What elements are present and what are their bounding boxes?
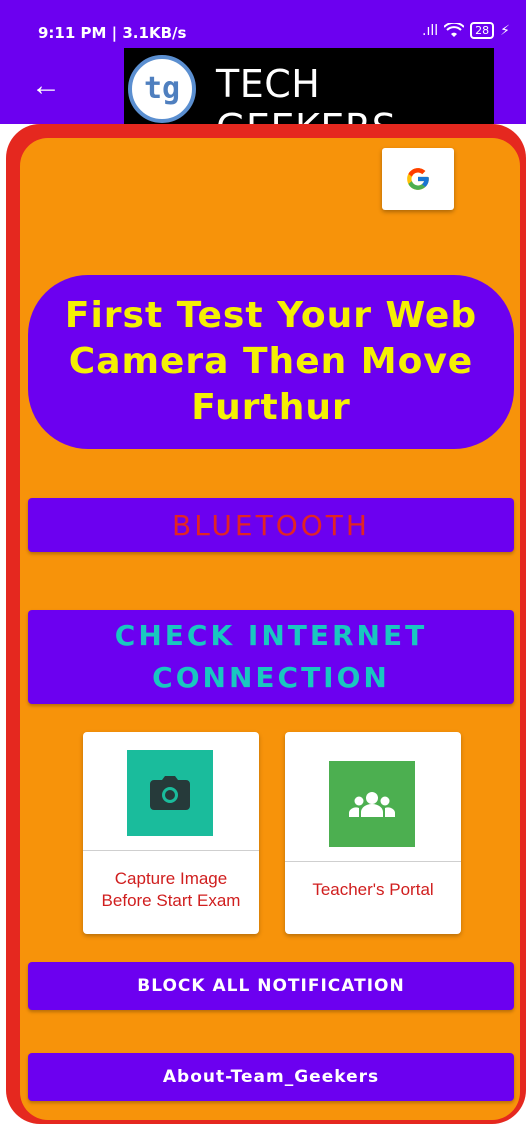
signal-icon: .ıll [422,22,439,39]
check-internet-label-line1: CHECK INTERNET [114,619,428,652]
teachers-portal-card[interactable]: Teacher's Portal [285,732,461,934]
status-time: 9:11 PM | 3.1KB/s [38,24,187,42]
camera-icon [150,776,190,810]
content-area: First Test Your Web Camera Then Move Fur… [20,138,520,1120]
logo-mark: tg [128,55,196,123]
capture-image-label: Capture Image Before Start Exam [83,868,259,912]
group-icon [349,792,395,817]
status-icons: .ıll 28 ⚡ [422,22,510,39]
back-arrow-icon[interactable]: ← [28,68,64,104]
status-bar: 9:11 PM | 3.1KB/s .ıll 28 ⚡ [0,0,526,48]
check-internet-button[interactable]: CHECK INTERNET CONNECTION [28,610,514,704]
block-notifications-button[interactable]: BLOCK ALL NOTIFICATION [28,962,514,1010]
bluetooth-button[interactable]: BLUETOOTH [28,498,514,552]
app-bar: ← tg TECH GEEKERS [0,48,526,150]
check-internet-label-line2: CONNECTION [152,661,390,694]
capture-image-label-line2: Before Start Exam [101,891,241,910]
webcam-test-banner: First Test Your Web Camera Then Move Fur… [28,275,514,449]
banner-text: First Test Your Web Camera Then Move Fur… [64,295,478,428]
battery-icon: 28 [470,22,495,39]
capture-image-label-line1: Capture Image [114,869,228,888]
content-frame: First Test Your Web Camera Then Move Fur… [6,124,526,1124]
about-team-button[interactable]: About-Team_Geekers [28,1053,514,1101]
app-logo-banner: tg TECH GEEKERS [124,48,494,150]
capture-image-card[interactable]: Capture Image Before Start Exam [83,732,259,934]
card-divider [285,861,461,862]
camera-tile [127,750,213,836]
charging-icon: ⚡ [500,22,510,39]
portal-tile [329,761,415,847]
wifi-icon [444,22,465,37]
google-icon [407,168,429,190]
teachers-portal-label: Teacher's Portal [312,880,434,899]
google-sign-in-button[interactable] [382,148,454,210]
card-divider [83,850,259,851]
logo-mark-text: tg [143,71,181,106]
